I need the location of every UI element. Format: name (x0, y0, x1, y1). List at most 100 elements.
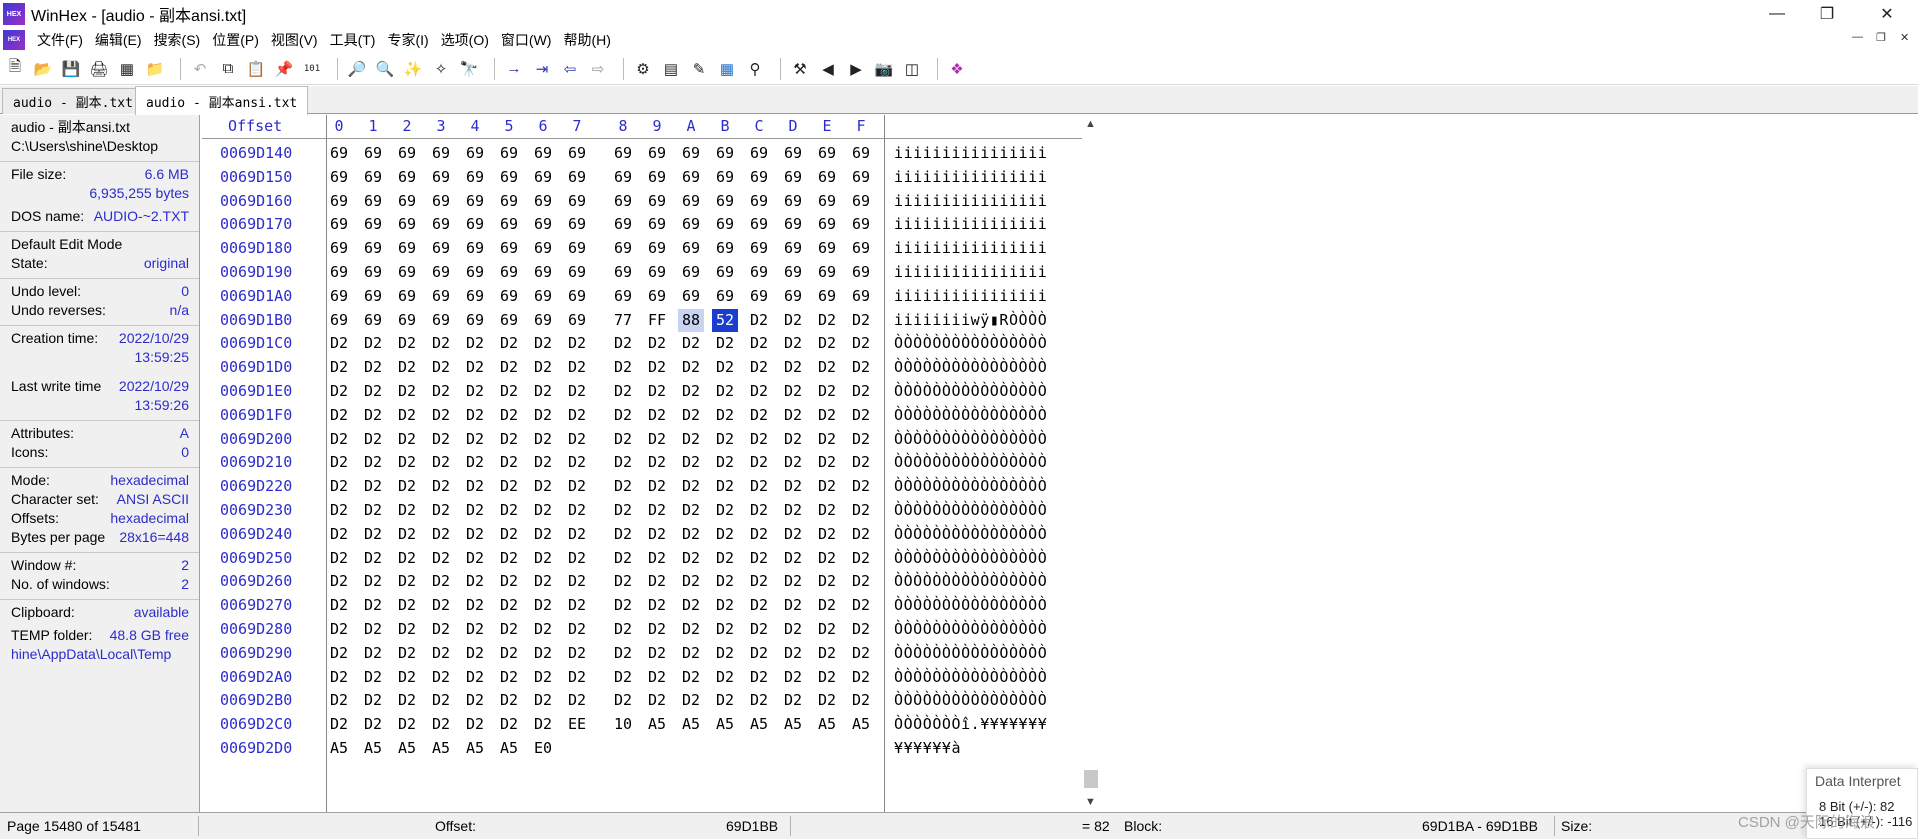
hex-byte[interactable]: D2 (746, 428, 772, 451)
hex-byte[interactable]: 69 (462, 309, 488, 332)
hex-byte[interactable]: 69 (814, 261, 840, 284)
hex-byte[interactable]: D2 (678, 594, 704, 617)
hex-byte[interactable]: D2 (428, 428, 454, 451)
minimize-icon[interactable]: — (1754, 0, 1800, 28)
hex-byte[interactable]: D2 (610, 451, 636, 474)
hex-byte[interactable]: D2 (360, 666, 386, 689)
ascii-text[interactable]: ÒÒÒÒÒÒÒÒÒÒÒÒÒÒÒÒ (894, 618, 1047, 641)
hex-byte[interactable]: D2 (746, 475, 772, 498)
ascii-text[interactable]: iiiiiiiiiiiiiiii (894, 285, 1047, 308)
hex-byte[interactable]: D2 (564, 523, 590, 546)
hex-byte[interactable]: FF (644, 309, 670, 332)
ascii-text[interactable]: ÒÒÒÒÒÒÒÒÒÒÒÒÒÒÒÒ (894, 594, 1047, 617)
hex-byte[interactable]: D2 (564, 499, 590, 522)
hex-byte[interactable]: D2 (394, 642, 420, 665)
hex-byte[interactable]: D2 (428, 523, 454, 546)
hex-byte[interactable]: D2 (712, 618, 738, 641)
hex-byte[interactable]: D2 (746, 570, 772, 593)
hex-byte[interactable]: D2 (564, 618, 590, 641)
hex-byte[interactable]: D2 (530, 547, 556, 570)
hex-byte[interactable]: D2 (848, 499, 874, 522)
hex-byte[interactable]: D2 (496, 594, 522, 617)
hex-byte[interactable]: D2 (462, 642, 488, 665)
hex-byte[interactable]: D2 (780, 618, 806, 641)
hex-byte[interactable]: D2 (360, 523, 386, 546)
hex-byte[interactable]: D2 (564, 428, 590, 451)
hex-byte[interactable]: 69 (644, 142, 670, 165)
hex-byte[interactable]: D2 (610, 404, 636, 427)
hex-byte[interactable]: D2 (394, 547, 420, 570)
hex-byte[interactable]: D2 (780, 451, 806, 474)
hex-byte[interactable]: D2 (814, 428, 840, 451)
hex-byte[interactable]: 69 (610, 285, 636, 308)
hex-byte[interactable]: D2 (462, 475, 488, 498)
hex-byte[interactable]: 69 (780, 261, 806, 284)
hex-byte[interactable]: D2 (712, 523, 738, 546)
scroll-thumb[interactable] (1084, 770, 1098, 788)
hex-byte[interactable]: 69 (530, 261, 556, 284)
hex-byte[interactable]: A5 (644, 713, 670, 736)
hex-byte[interactable]: D2 (746, 618, 772, 641)
hex-byte[interactable]: 69 (780, 237, 806, 260)
case-icon[interactable]: ⚒ (789, 58, 811, 80)
hex-byte[interactable]: D2 (712, 499, 738, 522)
hex-byte[interactable]: 69 (564, 190, 590, 213)
hex-byte[interactable]: 69 (712, 190, 738, 213)
hex-byte[interactable]: D2 (644, 666, 670, 689)
hex-byte[interactable]: D2 (678, 428, 704, 451)
find-next-icon[interactable]: 🔭 (458, 58, 480, 80)
hex-byte[interactable]: D2 (712, 356, 738, 379)
hex-byte[interactable]: D2 (530, 666, 556, 689)
hex-row[interactable]: 0069D200 D2 D2 D2 D2 D2 D2 D2 D2 D2 D2 D2 D2 D2 D2 D2 D2… (202, 428, 1082, 451)
offset-value[interactable]: 69D1BB (726, 818, 778, 834)
attributes-value[interactable]: A (180, 424, 189, 443)
hex-byte[interactable]: D2 (610, 666, 636, 689)
menu-view[interactable]: 视图(V) (271, 30, 318, 50)
mdi-restore-icon[interactable]: ❐ (1876, 31, 1886, 44)
hex-byte[interactable]: D2 (428, 547, 454, 570)
hex-byte[interactable]: 69 (530, 142, 556, 165)
hex-byte[interactable]: D2 (712, 428, 738, 451)
hex-byte[interactable]: D2 (644, 475, 670, 498)
hex-byte[interactable]: D2 (746, 499, 772, 522)
hex-byte[interactable]: D2 (610, 642, 636, 665)
data-interpreter-title[interactable]: Data Interpret (1807, 769, 1917, 795)
hex-byte[interactable]: 69 (564, 285, 590, 308)
hex-byte[interactable]: 69 (530, 237, 556, 260)
hex-byte[interactable]: D2 (428, 475, 454, 498)
hex-byte[interactable]: D2 (564, 642, 590, 665)
hex-row[interactable]: 0069D160 69 69 69 69 69 69 69 69 69 69 69 69 69 69 69 69… (202, 190, 1082, 213)
hex-byte[interactable]: 69 (678, 237, 704, 260)
hex-byte[interactable]: 69 (462, 190, 488, 213)
hex-byte[interactable]: D2 (780, 547, 806, 570)
hex-row[interactable]: 0069D220 D2 D2 D2 D2 D2 D2 D2 D2 D2 D2 D2 D2 D2 D2 D2 D2… (202, 475, 1082, 498)
hex-byte[interactable]: D2 (644, 499, 670, 522)
hex-row[interactable]: 0069D2D0 A5 A5 A5 A5 A5 A5 E0 ¥¥¥¥¥¥à (202, 737, 1082, 760)
hex-byte[interactable]: D2 (746, 380, 772, 403)
hex-byte[interactable]: D2 (712, 642, 738, 665)
hex-byte[interactable]: 69 (848, 213, 874, 236)
hex-byte[interactable]: D2 (360, 499, 386, 522)
hex-byte[interactable]: A5 (360, 737, 386, 760)
goto-page-icon[interactable]: ⇥ (531, 58, 553, 80)
hex-byte[interactable]: D2 (712, 570, 738, 593)
hex-byte[interactable]: 69 (848, 142, 874, 165)
hex-byte[interactable]: D2 (428, 499, 454, 522)
ascii-text[interactable]: ÒÒÒÒÒÒÒÒÒÒÒÒÒÒÒÒ (894, 380, 1047, 403)
ascii-text[interactable]: ÒÒÒÒÒÒÒÒÒÒÒÒÒÒÒÒ (894, 428, 1047, 451)
hex-byte[interactable]: D2 (462, 332, 488, 355)
hex-byte[interactable]: D2 (428, 642, 454, 665)
open-disk-icon[interactable]: 📁 (144, 58, 166, 80)
hex-byte[interactable]: A5 (678, 713, 704, 736)
hex-byte[interactable]: D2 (462, 404, 488, 427)
ascii-text[interactable]: ÒÒÒÒÒÒÒÒÒÒÒÒÒÒÒÒ (894, 689, 1047, 712)
menu-options[interactable]: 选项(O) (441, 30, 489, 50)
hex-byte[interactable]: D2 (814, 689, 840, 712)
hex-byte[interactable]: D2 (814, 618, 840, 641)
hex-byte[interactable]: D2 (746, 594, 772, 617)
hex-byte[interactable]: D2 (712, 404, 738, 427)
hex-byte[interactable]: D2 (564, 666, 590, 689)
hex-byte[interactable]: 69 (462, 213, 488, 236)
hex-byte[interactable]: D2 (814, 570, 840, 593)
hex-byte[interactable]: D2 (496, 689, 522, 712)
